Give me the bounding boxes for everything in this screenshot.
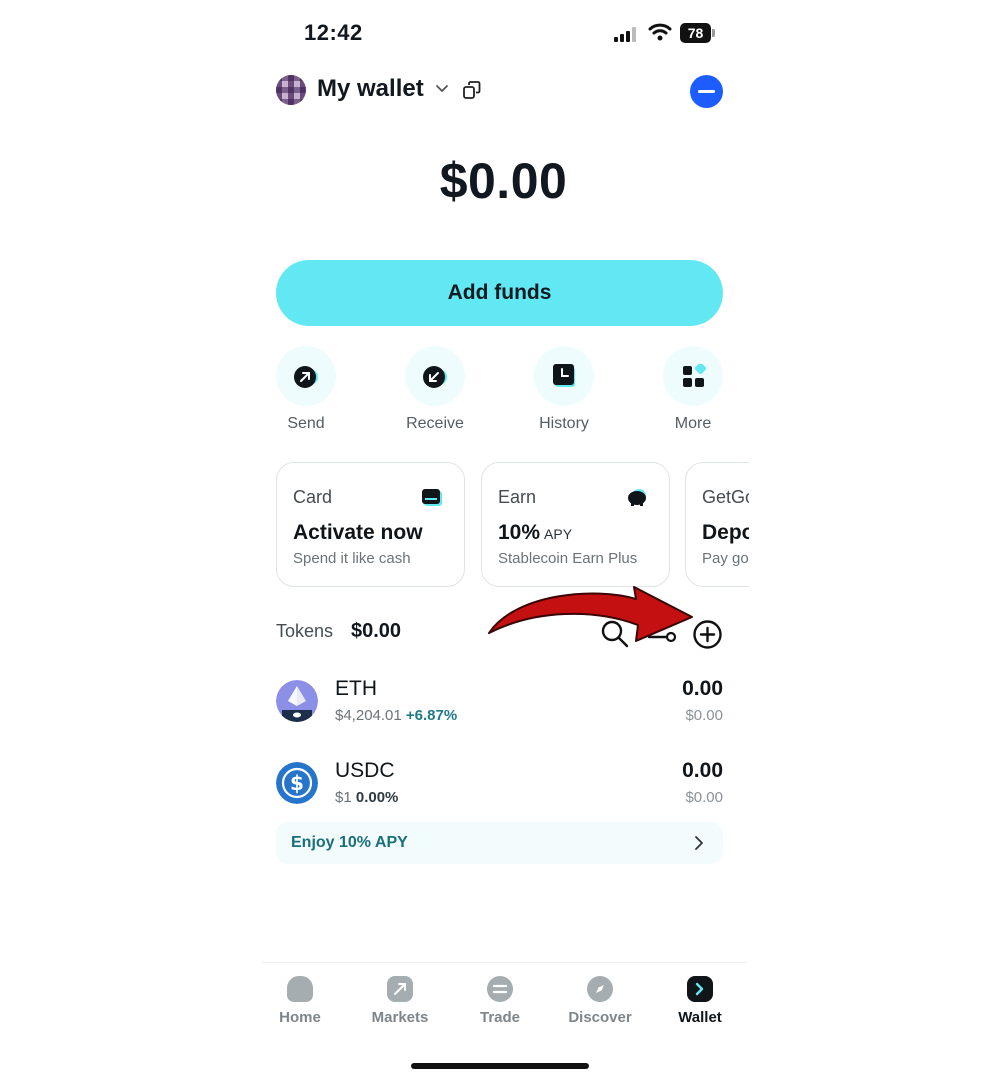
nav-label: Discover: [568, 1009, 632, 1026]
token-value: $0.00: [685, 707, 723, 724]
wifi-icon: [648, 23, 672, 41]
cellular-signal-icon: [614, 27, 636, 42]
getgo-sub: Pay go: [702, 550, 749, 567]
token-change: +6.87%: [405, 707, 458, 724]
send-label: Send: [287, 415, 325, 432]
status-time: 12:42: [304, 20, 363, 45]
home-icon: [287, 976, 313, 1002]
token-row-eth[interactable]: ETH $4,204.01 +6.87% 0.00 $0.00: [276, 677, 723, 737]
ethereum-icon: [276, 680, 318, 722]
grid-icon: [683, 364, 707, 387]
history-label: History: [539, 415, 589, 432]
wallet-avatar[interactable]: [276, 75, 306, 105]
tokens-total: $0.00: [351, 620, 402, 642]
earn-sub: Stablecoin Earn Plus: [498, 550, 638, 567]
receive-action[interactable]: Receive: [403, 346, 467, 433]
svg-text:$: $: [290, 771, 304, 795]
card-icon: [422, 489, 442, 506]
receive-label: Receive: [406, 415, 464, 432]
wallet-title[interactable]: My wallet: [317, 75, 424, 103]
nav-label: Trade: [479, 1009, 521, 1026]
token-amount: 0.00: [682, 759, 723, 782]
card-main: Activate now: [293, 521, 423, 544]
card-title: Card: [293, 487, 333, 507]
token-price: $1 0.00%: [335, 789, 399, 806]
apy-banner-text: Enjoy 10% APY: [291, 834, 408, 851]
nav-discover[interactable]: Discover: [560, 976, 640, 1026]
token-row-usdc[interactable]: $ USDC $1 0.00% 0.00 $0.00: [276, 759, 723, 819]
wallet-icon: [687, 976, 713, 1002]
getgo-title: GetGo: [702, 487, 749, 507]
card-activate[interactable]: Card Activate now Spend it like cash: [276, 462, 465, 587]
token-value: $0.00: [685, 789, 723, 806]
card-getgo[interactable]: GetGo Deposit Pay go: [685, 462, 749, 587]
token-amount: 0.00: [682, 677, 723, 700]
usdc-icon: $: [276, 762, 318, 804]
token-change: 0.00%: [355, 789, 399, 806]
card-earn[interactable]: Earn 10% APY Stablecoin Earn Plus: [481, 462, 670, 587]
history-icon: [553, 364, 575, 387]
earn-main: 10% APY: [498, 521, 573, 544]
chevron-down-icon[interactable]: [434, 80, 450, 96]
add-funds-button[interactable]: Add funds: [276, 260, 723, 326]
trade-icon: [487, 976, 513, 1002]
receive-icon: [423, 366, 447, 388]
send-icon: [294, 366, 318, 388]
getgo-main: Deposit: [702, 521, 749, 544]
add-token-icon[interactable]: [692, 619, 723, 650]
more-label: More: [674, 415, 712, 432]
nav-divider: [262, 962, 747, 963]
apy-banner[interactable]: Enjoy 10% APY: [276, 822, 723, 864]
nav-wallet[interactable]: Wallet: [660, 976, 740, 1026]
battery-level: 78: [680, 23, 711, 43]
chevron-right-icon: [695, 836, 703, 850]
nav-home[interactable]: Home: [260, 976, 340, 1026]
compass-icon: [587, 976, 613, 1002]
copy-icon[interactable]: [462, 80, 482, 100]
home-indicator[interactable]: [411, 1063, 589, 1069]
token-name: ETH: [335, 677, 377, 700]
battery-icon: 78: [680, 23, 716, 43]
piggy-bank-icon: [628, 489, 646, 506]
token-price: $4,204.01 +6.87%: [335, 707, 458, 724]
nav-markets[interactable]: Markets: [360, 976, 440, 1026]
wallet-balance: $0.00: [439, 153, 568, 209]
history-action[interactable]: History: [532, 346, 596, 433]
nav-trade[interactable]: Trade: [460, 976, 540, 1026]
send-action[interactable]: Send: [274, 346, 338, 433]
token-name: USDC: [335, 759, 395, 782]
tokens-label: Tokens: [276, 621, 334, 641]
nav-label: Markets: [371, 1009, 429, 1026]
nav-label: Wallet: [678, 1009, 722, 1026]
more-action[interactable]: More: [661, 346, 725, 433]
nav-label: Home: [279, 1009, 321, 1026]
profile-button[interactable]: [690, 75, 723, 108]
markets-icon: [387, 976, 413, 1002]
card-sub: Spend it like cash: [293, 550, 411, 567]
earn-title: Earn: [498, 487, 537, 507]
annotation-arrow-icon: [488, 586, 693, 642]
